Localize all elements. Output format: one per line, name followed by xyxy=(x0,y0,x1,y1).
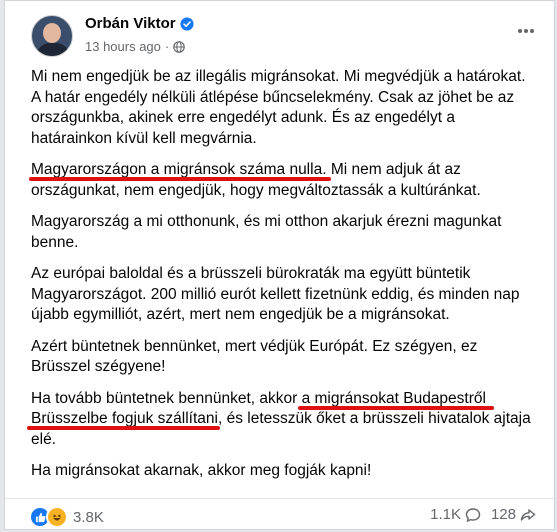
post-footer: 3.8K 1.1K 128 xyxy=(5,498,554,532)
paragraph-3: Magyarország a mi otthonunk, és mi ottho… xyxy=(31,213,502,251)
author-name[interactable]: Orbán Viktor xyxy=(85,15,176,32)
post-text: Mi nem engedjük be az illegális migránso… xyxy=(27,67,536,493)
globe-icon xyxy=(173,40,186,53)
red-underline-2b xyxy=(27,426,220,430)
highlight-2a-text: a migránsokat Budapestről xyxy=(301,389,486,407)
engagement-stats: 1.1K 128 xyxy=(430,506,536,523)
post-time[interactable]: 13 hours ago xyxy=(85,39,161,54)
paragraph-6-start: Ha tovább büntetnek bennünket, akkor xyxy=(31,389,302,407)
more-options-button[interactable] xyxy=(514,19,538,43)
highlighted-text-2b: Brüsszelbe fogjuk szállítani xyxy=(27,410,220,430)
post-meta: 13 hours ago · xyxy=(85,39,186,54)
shares-count: 128 xyxy=(490,506,516,523)
reactions-count: 3.8K xyxy=(73,508,104,526)
paragraph-6: Ha tovább büntetnek bennünket, akkor a m… xyxy=(27,389,536,451)
more-dots-icon xyxy=(518,29,534,33)
highlighted-text-1: Magyarországon a migránsok száma nulla. xyxy=(29,161,331,181)
author-name-row: Orbán Viktor xyxy=(85,15,194,32)
haha-reaction-icon xyxy=(46,506,68,528)
share-icon xyxy=(520,508,536,521)
paragraph-2: Magyarországon a migránsok száma nulla. … xyxy=(29,160,536,201)
paragraph-7: Ha migránsokat akarnak, akkor meg fogják… xyxy=(31,462,372,479)
paragraph-5: Azért büntetnek bennünket, mert védjük E… xyxy=(31,337,478,376)
avatar-face xyxy=(43,23,61,43)
verified-badge-icon xyxy=(180,16,194,31)
laughing-face-icon xyxy=(53,514,61,521)
post-header: Orbán Viktor 13 hours ago · xyxy=(5,1,554,67)
shares-stat[interactable]: 128 xyxy=(491,506,536,523)
red-underline-1 xyxy=(29,177,331,181)
comments-stat[interactable]: 1.1K xyxy=(430,506,481,523)
paragraph-4: Az európai baloldal és a brüsszeli bürok… xyxy=(31,265,520,323)
highlighted-text-2a: a migránsokat Budapestről xyxy=(297,389,494,410)
paragraph-1: Mi nem engedjük be az illegális migránso… xyxy=(31,68,526,147)
highlight-2b-text: Brüsszelbe fogjuk szállítani xyxy=(31,410,218,427)
post-card: Orbán Viktor 13 hours ago · Mi nem enged… xyxy=(4,0,555,530)
comments-count: 1.1K xyxy=(430,506,461,523)
meta-separator: · xyxy=(164,39,170,54)
avatar[interactable] xyxy=(31,15,73,57)
highlight-1-text: Magyarországon a migránsok száma nulla. xyxy=(31,161,327,178)
comment-icon xyxy=(465,507,481,522)
avatar-body xyxy=(36,43,70,56)
red-underline-2a xyxy=(297,405,494,410)
reactions-summary[interactable]: 3.8K xyxy=(29,506,104,528)
thumbs-up-icon xyxy=(35,512,46,522)
